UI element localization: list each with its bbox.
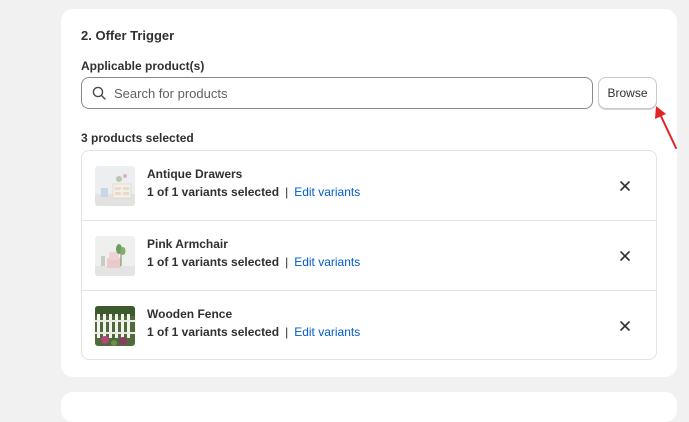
product-name: Wooden Fence bbox=[147, 307, 233, 321]
product-thumbnail bbox=[95, 166, 135, 206]
remove-product-button[interactable] bbox=[618, 249, 632, 263]
selected-products-list: Antique Drawers 1 of 1 variants selected… bbox=[81, 150, 657, 360]
next-section-card bbox=[61, 392, 677, 422]
section-title: 2. Offer Trigger bbox=[81, 28, 175, 43]
separator: | bbox=[285, 185, 289, 199]
close-icon bbox=[620, 251, 630, 261]
product-name: Pink Armchair bbox=[147, 237, 228, 251]
edit-variants-link[interactable]: Edit variants bbox=[294, 255, 360, 269]
variants-selected-text: 1 of 1 variants selected bbox=[147, 185, 280, 199]
variants-selected-text: 1 of 1 variants selected bbox=[147, 325, 280, 339]
product-thumbnail bbox=[95, 306, 135, 346]
search-input[interactable] bbox=[114, 85, 554, 101]
product-name: Antique Drawers bbox=[147, 167, 243, 181]
product-variant-info: 1 of 1 variants selected | Edit variants bbox=[147, 185, 360, 199]
selected-count-text: 3 products selected bbox=[81, 131, 194, 145]
search-icon bbox=[92, 86, 106, 100]
close-icon bbox=[620, 181, 630, 191]
applicable-products-label: Applicable product(s) bbox=[81, 59, 205, 73]
product-row: Wooden Fence 1 of 1 variants selected | … bbox=[82, 291, 656, 359]
separator: | bbox=[285, 255, 289, 269]
product-thumbnail bbox=[95, 236, 135, 276]
edit-variants-link[interactable]: Edit variants bbox=[294, 325, 360, 339]
product-row: Antique Drawers 1 of 1 variants selected… bbox=[82, 151, 656, 221]
remove-product-button[interactable] bbox=[618, 319, 632, 333]
browse-button[interactable]: Browse bbox=[598, 77, 657, 109]
separator: | bbox=[285, 325, 289, 339]
close-icon bbox=[620, 321, 630, 331]
product-variant-info: 1 of 1 variants selected | Edit variants bbox=[147, 255, 360, 269]
red-arrow-annotation bbox=[655, 106, 677, 149]
product-variant-info: 1 of 1 variants selected | Edit variants bbox=[147, 325, 360, 339]
remove-product-button[interactable] bbox=[618, 179, 632, 193]
variants-selected-text: 1 of 1 variants selected bbox=[147, 255, 280, 269]
edit-variants-link[interactable]: Edit variants bbox=[294, 185, 360, 199]
product-row: Pink Armchair 1 of 1 variants selected |… bbox=[82, 221, 656, 291]
product-search-field[interactable] bbox=[81, 77, 593, 109]
offer-trigger-card: 2. Offer Trigger Applicable product(s) B… bbox=[61, 9, 677, 377]
